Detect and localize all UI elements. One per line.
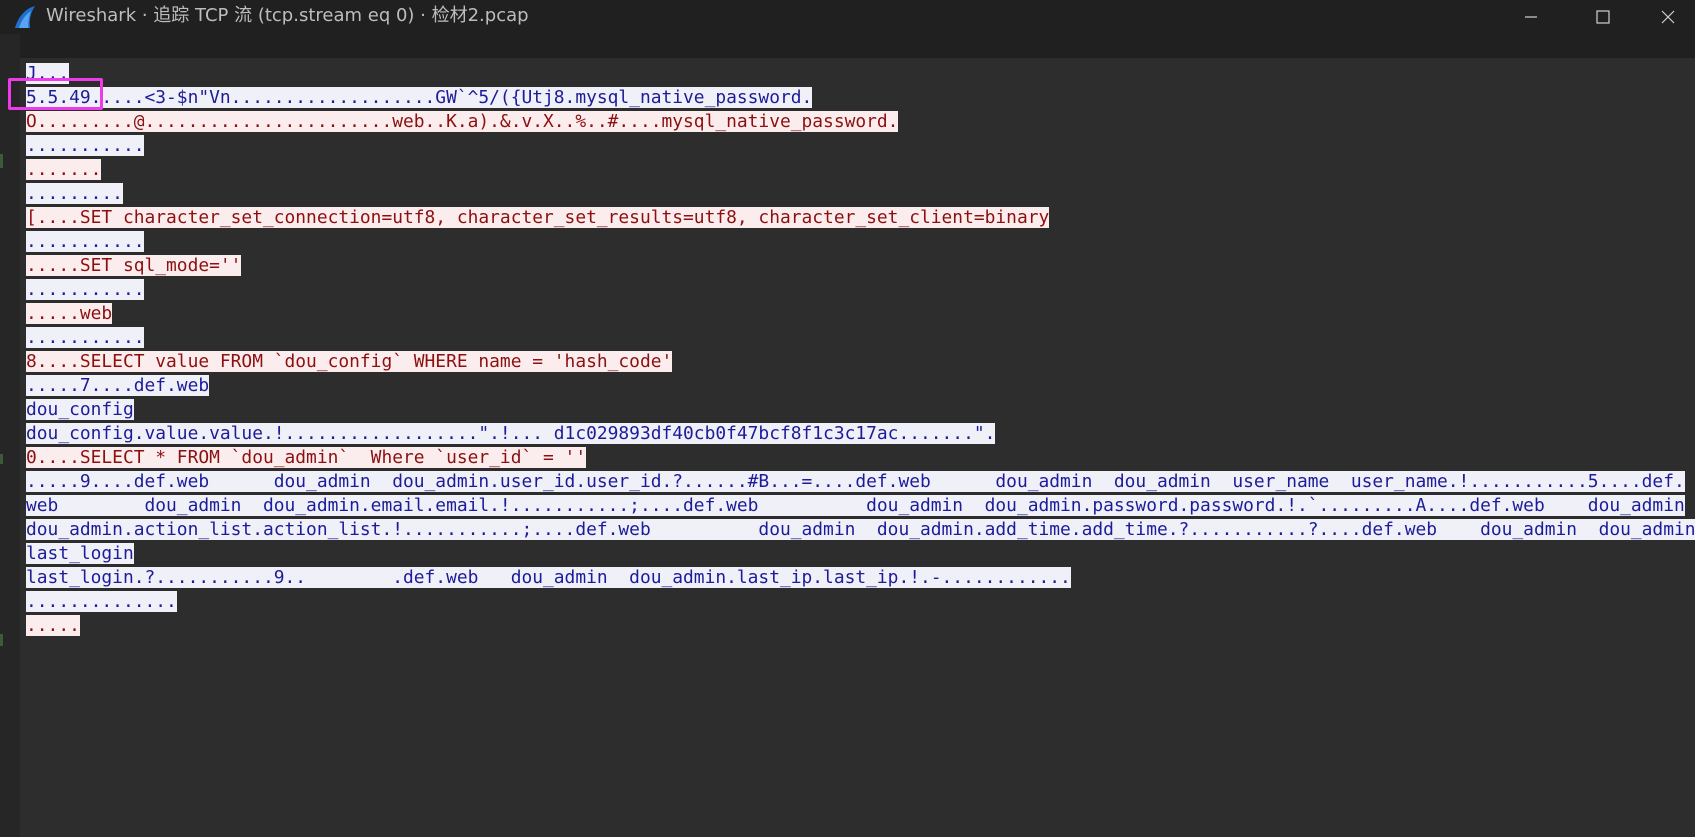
stream-line-client: .........	[26, 182, 1695, 206]
maximize-icon	[1596, 10, 1610, 24]
stream-line-server: 8....SELECT value FROM `dou_config` WHER…	[26, 350, 1695, 374]
stream-line-server: .....SET sql_mode=''	[26, 254, 1695, 278]
stream-line-text: .....	[26, 615, 80, 636]
stream-line-text: .....9....def.web dou_admin dou_admin.us…	[26, 471, 1685, 492]
stream-line-client: ...........	[26, 326, 1695, 350]
stream-line-text: [....SET character_set_connection=utf8, …	[26, 207, 1050, 228]
stream-line-text: .....web	[26, 303, 113, 324]
title-bar: Wireshark · 追踪 TCP 流 (tcp.stream eq 0) ·…	[0, 0, 1695, 34]
stream-line-text: 0....SELECT * FROM `dou_admin` Where `us…	[26, 447, 587, 468]
stream-line-text: J...	[26, 63, 70, 84]
stream-line-client: ...........	[26, 134, 1695, 158]
stream-line-text: 5.5.49.....<3-$n"Vn...................GW…	[26, 87, 813, 108]
stream-line-text: ...........	[26, 135, 145, 156]
stream-line-client: .....9....def.web dou_admin dou_admin.us…	[26, 470, 1695, 494]
stream-line-server: .....	[26, 614, 1695, 638]
side-panel-edge	[0, 34, 20, 837]
stream-line-text: .........	[26, 183, 123, 204]
stream-line-client: 5.5.49.....<3-$n"Vn...................GW…	[26, 86, 1695, 110]
stream-line-client: J...	[26, 62, 1695, 86]
edge-marker	[0, 154, 3, 168]
stream-line-client: .....7....def.web	[26, 374, 1695, 398]
minimize-icon	[1525, 16, 1537, 18]
stream-line-text: dou_admin.action_list.action_list.!.....…	[26, 519, 1695, 540]
edge-marker	[0, 454, 3, 464]
minimize-button[interactable]	[1508, 0, 1554, 34]
stream-line-server: 0....SELECT * FROM `dou_admin` Where `us…	[26, 446, 1695, 470]
stream-line-text: last_login	[26, 543, 134, 564]
stream-line-text: .......	[26, 159, 102, 180]
stream-line-text: .....SET sql_mode=''	[26, 255, 242, 276]
stream-line-text: 8....SELECT value FROM `dou_config` WHER…	[26, 351, 673, 372]
stream-line-text: ...........	[26, 327, 145, 348]
wireshark-fin-icon	[12, 4, 38, 30]
stream-line-client: dou_config.value.value.!................…	[26, 422, 1695, 446]
stream-line-server: .......	[26, 158, 1695, 182]
stream-line-text: .....7....def.web	[26, 375, 210, 396]
maximize-button[interactable]	[1580, 0, 1626, 34]
edge-marker	[0, 634, 3, 646]
stream-line-client: dou_admin.action_list.action_list.!.....…	[26, 518, 1695, 542]
stream-line-client: ...........	[26, 278, 1695, 302]
stream-line-text: dou_config	[26, 399, 134, 420]
stream-line-client: web dou_admin dou_admin.email.email.!...…	[26, 494, 1695, 518]
stream-line-client: ...........	[26, 230, 1695, 254]
stream-line-text: O.........@.......................web..K…	[26, 111, 899, 132]
stream-line-server: O.........@.......................web..K…	[26, 110, 1695, 134]
close-icon	[1661, 10, 1675, 24]
stream-line-text: ...........	[26, 279, 145, 300]
stream-lines: J... 5.5.49.....<3-$n"Vn.................…	[26, 62, 1695, 638]
stream-line-client: last_login	[26, 542, 1695, 566]
stream-line-text: last_login.?...........9.. .def.web dou_…	[26, 567, 1071, 588]
stream-line-server: .....web	[26, 302, 1695, 326]
tcp-stream-text-area[interactable]: J... 5.5.49.....<3-$n"Vn.................…	[20, 58, 1695, 837]
stream-line-client: dou_config	[26, 398, 1695, 422]
stream-line-text: ...........	[26, 231, 145, 252]
stream-line-text: dou_config.value.value.!................…	[26, 423, 996, 444]
stream-line-client: ..............	[26, 590, 1695, 614]
stream-line-client: last_login.?...........9.. .def.web dou_…	[26, 566, 1695, 590]
stream-line-text: web dou_admin dou_admin.email.email.!...…	[26, 495, 1685, 516]
window-title: Wireshark · 追踪 TCP 流 (tcp.stream eq 0) ·…	[46, 5, 529, 26]
stream-line-server: [....SET character_set_connection=utf8, …	[26, 206, 1695, 230]
stream-line-text: ..............	[26, 591, 177, 612]
close-button[interactable]	[1645, 0, 1691, 34]
